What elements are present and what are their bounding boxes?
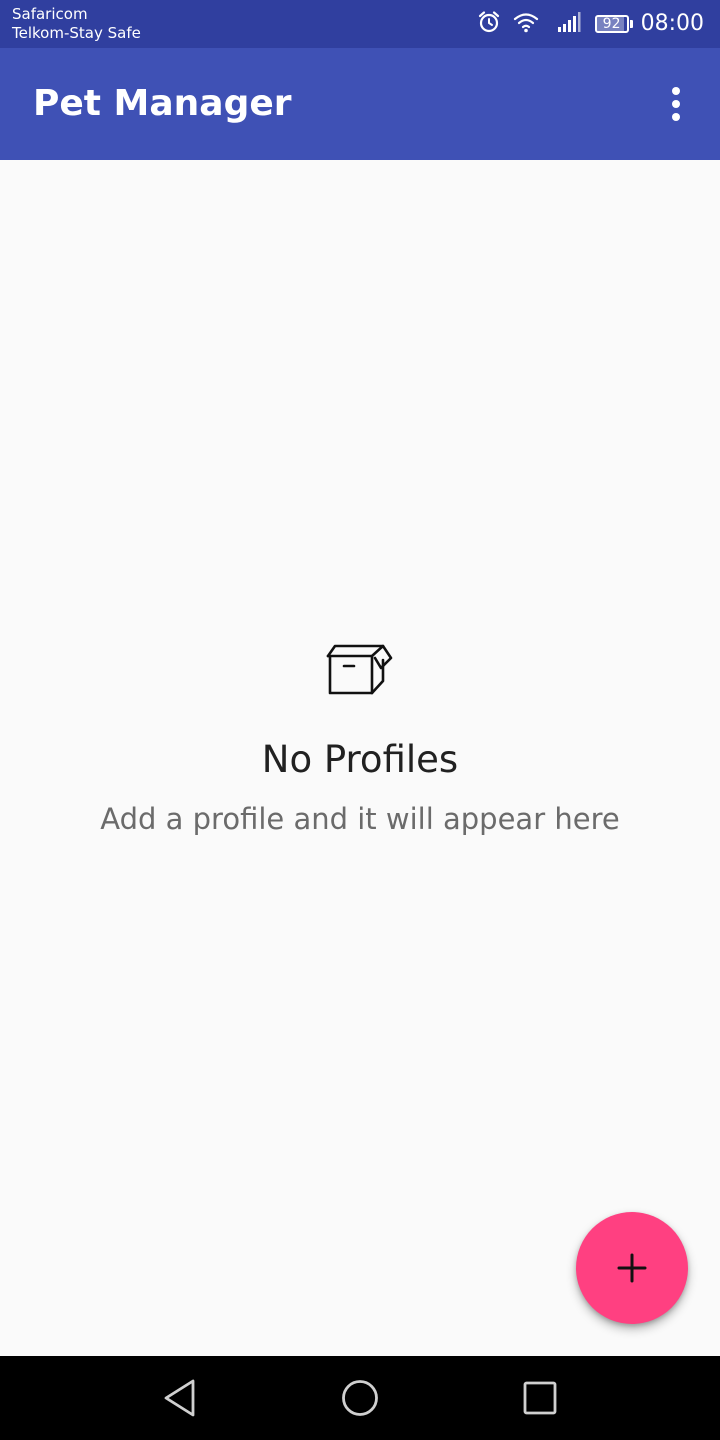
app-title: Pet Manager [33, 83, 292, 124]
signal-icon [557, 11, 581, 37]
recents-button[interactable] [515, 1373, 565, 1423]
carrier-primary: Safaricom [12, 5, 88, 23]
app-bar: Pet Manager [0, 48, 720, 160]
carrier-secondary: Telkom-Stay Safe [12, 24, 141, 42]
recents-icon [523, 1381, 557, 1415]
back-button[interactable] [155, 1373, 205, 1423]
battery-level: 92 [602, 16, 621, 32]
home-button[interactable] [335, 1373, 385, 1423]
empty-title: No Profiles [261, 738, 459, 781]
clock: 08:00 [640, 11, 704, 36]
status-bar: Safaricom Telkom-Stay Safe 92 08:00 [0, 0, 720, 48]
alarm-icon [477, 10, 501, 38]
empty-subtitle: Add a profile and it will appear here [100, 802, 620, 836]
empty-state: No Profiles Add a profile and it will ap… [0, 630, 720, 836]
navigation-bar [0, 1356, 720, 1440]
status-indicators: 92 08:00 [465, 0, 704, 48]
add-icon [617, 1253, 647, 1283]
back-icon [164, 1379, 195, 1417]
empty-box-icon [326, 644, 393, 695]
battery-icon: 92 [594, 15, 633, 33]
more-vert-icon [672, 87, 680, 121]
screen: Safaricom Telkom-Stay Safe 92 08:00 Pet … [0, 0, 720, 1440]
add-profile-button[interactable] [576, 1212, 688, 1324]
more-options-button[interactable] [652, 80, 700, 128]
wifi-icon [513, 11, 539, 37]
home-icon [342, 1380, 378, 1416]
